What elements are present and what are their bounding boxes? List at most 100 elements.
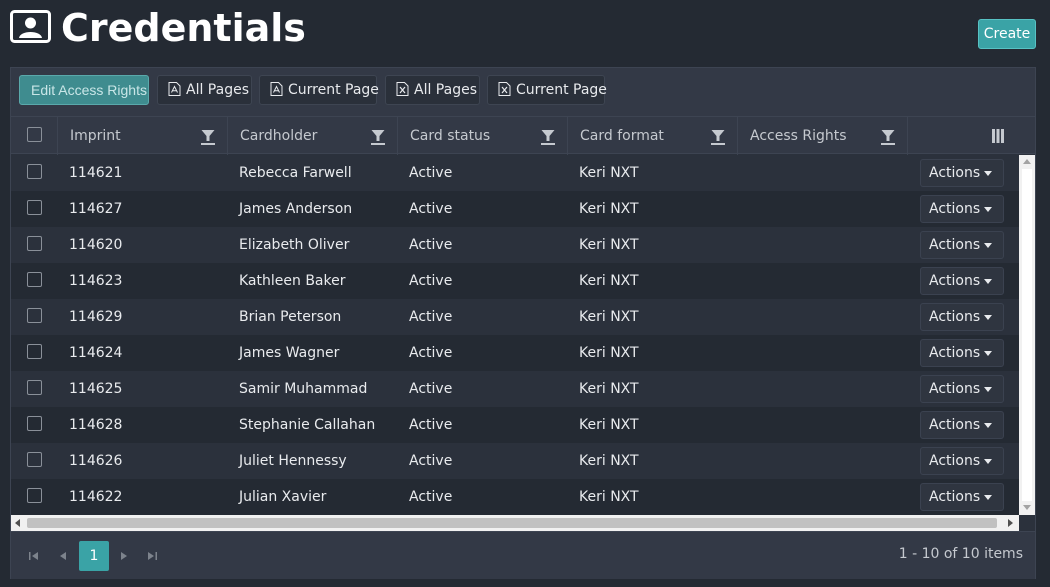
cardholder-cell: Rebecca Farwell xyxy=(239,165,352,181)
row-checkbox[interactable] xyxy=(27,344,42,359)
horizontal-scrollbar[interactable] xyxy=(11,515,1019,531)
cardholder-cell: Juliet Hennessy xyxy=(239,453,347,469)
chevron-down-icon xyxy=(984,495,992,500)
scroll-right-icon[interactable] xyxy=(1008,519,1013,527)
last-page-icon[interactable] xyxy=(146,550,158,562)
status-cell: Active xyxy=(409,489,453,505)
row-actions-label: Actions xyxy=(929,237,981,253)
export-pdf-current-page-label: Current Page xyxy=(288,82,379,98)
row-actions-button[interactable]: Actions xyxy=(920,303,1004,331)
row-actions-button[interactable]: Actions xyxy=(920,411,1004,439)
current-page-button[interactable]: 1 xyxy=(79,541,109,571)
format-cell: Keri NXT xyxy=(579,345,639,361)
first-page-icon[interactable] xyxy=(28,550,40,562)
row-actions-label: Actions xyxy=(929,381,981,397)
row-actions-button[interactable]: Actions xyxy=(920,231,1004,259)
export-pdf-all-pages-button[interactable]: All Pages xyxy=(157,75,252,105)
horizontal-scroll-thumb[interactable] xyxy=(27,518,997,528)
scroll-down-icon[interactable] xyxy=(1023,505,1031,510)
edit-access-rights-button[interactable]: Edit Access Rights xyxy=(19,75,149,105)
row-checkbox[interactable] xyxy=(27,272,42,287)
row-actions-button[interactable]: Actions xyxy=(920,483,1004,511)
row-checkbox[interactable] xyxy=(27,416,42,431)
imprint-cell: 114621 xyxy=(69,165,123,181)
cardholder-cell: Stephanie Callahan xyxy=(239,417,376,433)
export-pdf-current-page-button[interactable]: Current Page xyxy=(259,75,379,105)
export-excel-all-pages-button[interactable]: All Pages xyxy=(385,75,480,105)
table-row[interactable]: 114624 James Wagner Active Keri NXT Acti… xyxy=(11,335,1019,371)
credentials-grid: Edit Access Rights All Pages Current Pag… xyxy=(10,67,1036,579)
row-actions-button[interactable]: Actions xyxy=(920,267,1004,295)
table-row[interactable]: 114623 Kathleen Baker Active Keri NXT Ac… xyxy=(11,263,1019,299)
chevron-down-icon xyxy=(984,243,992,248)
chevron-down-icon xyxy=(984,351,992,356)
next-page-icon[interactable] xyxy=(118,550,130,562)
row-checkbox[interactable] xyxy=(27,164,42,179)
row-checkbox[interactable] xyxy=(27,488,42,503)
imprint-cell: 114624 xyxy=(69,345,123,361)
export-excel-current-page-button[interactable]: Current Page xyxy=(487,75,607,105)
imprint-cell: 114626 xyxy=(69,453,123,469)
row-checkbox[interactable] xyxy=(27,452,42,467)
row-actions-label: Actions xyxy=(929,273,981,289)
row-actions-label: Actions xyxy=(929,345,981,361)
chevron-down-icon xyxy=(984,315,992,320)
chevron-down-icon xyxy=(984,171,992,176)
imprint-cell: 114622 xyxy=(69,489,123,505)
table-row[interactable]: 114625 Samir Muhammad Active Keri NXT Ac… xyxy=(11,371,1019,407)
row-actions-label: Actions xyxy=(929,489,981,505)
table-row[interactable]: 114629 Brian Peterson Active Keri NXT Ac… xyxy=(11,299,1019,335)
filter-icon[interactable] xyxy=(371,129,385,145)
table-row[interactable]: 114620 Elizabeth Oliver Active Keri NXT … xyxy=(11,227,1019,263)
row-actions-button[interactable]: Actions xyxy=(920,159,1004,187)
filter-icon[interactable] xyxy=(711,129,725,145)
table-row[interactable]: 114621 Rebecca Farwell Active Keri NXT A… xyxy=(11,155,1019,191)
status-cell: Active xyxy=(409,453,453,469)
row-checkbox[interactable] xyxy=(27,200,42,215)
column-header-card-status[interactable]: Card status xyxy=(397,117,567,155)
column-header-card-format[interactable]: Card format xyxy=(567,117,737,155)
imprint-cell: 114628 xyxy=(69,417,123,433)
cardholder-cell: Samir Muhammad xyxy=(239,381,368,397)
filter-icon[interactable] xyxy=(881,129,895,145)
table-row[interactable]: 114627 James Anderson Active Keri NXT Ac… xyxy=(11,191,1019,227)
columns-icon[interactable] xyxy=(992,129,1004,143)
format-cell: Keri NXT xyxy=(579,237,639,253)
format-cell: Keri NXT xyxy=(579,453,639,469)
vertical-scrollbar[interactable] xyxy=(1019,155,1035,515)
create-button[interactable]: Create xyxy=(978,19,1036,49)
row-actions-button[interactable]: Actions xyxy=(920,339,1004,367)
status-cell: Active xyxy=(409,165,453,181)
imprint-cell: 114623 xyxy=(69,273,123,289)
scroll-up-icon[interactable] xyxy=(1023,159,1031,164)
row-actions-button[interactable]: Actions xyxy=(920,375,1004,403)
format-cell: Keri NXT xyxy=(579,489,639,505)
imprint-cell: 114625 xyxy=(69,381,123,397)
cardholder-cell: James Wagner xyxy=(239,345,340,361)
column-header-imprint[interactable]: Imprint xyxy=(57,117,227,155)
select-all-checkbox[interactable] xyxy=(27,127,42,142)
table-row[interactable]: 114626 Juliet Hennessy Active Keri NXT A… xyxy=(11,443,1019,479)
status-cell: Active xyxy=(409,273,453,289)
column-header-access-rights[interactable]: Access Rights xyxy=(737,117,907,155)
chevron-down-icon xyxy=(984,459,992,464)
column-header-label: Card status xyxy=(410,128,491,144)
row-checkbox[interactable] xyxy=(27,380,42,395)
row-checkbox[interactable] xyxy=(27,236,42,251)
column-header-label: Card format xyxy=(580,128,664,144)
filter-icon[interactable] xyxy=(201,129,215,145)
vertical-scroll-thumb[interactable] xyxy=(1022,169,1032,501)
previous-page-icon[interactable] xyxy=(57,550,69,562)
chevron-down-icon xyxy=(984,387,992,392)
scroll-left-icon[interactable] xyxy=(15,519,20,527)
row-actions-button[interactable]: Actions xyxy=(920,195,1004,223)
pdf-file-icon xyxy=(168,82,181,96)
row-checkbox[interactable] xyxy=(27,308,42,323)
column-header-cardholder[interactable]: Cardholder xyxy=(227,117,397,155)
pager: 1 1 - 10 of 10 items xyxy=(11,531,1035,579)
table-row[interactable]: 114628 Stephanie Callahan Active Keri NX… xyxy=(11,407,1019,443)
grid-toolbar: Edit Access Rights All Pages Current Pag… xyxy=(11,68,1035,116)
filter-icon[interactable] xyxy=(541,129,555,145)
row-actions-button[interactable]: Actions xyxy=(920,447,1004,475)
table-row[interactable]: 114622 Julian Xavier Active Keri NXT Act… xyxy=(11,479,1019,515)
